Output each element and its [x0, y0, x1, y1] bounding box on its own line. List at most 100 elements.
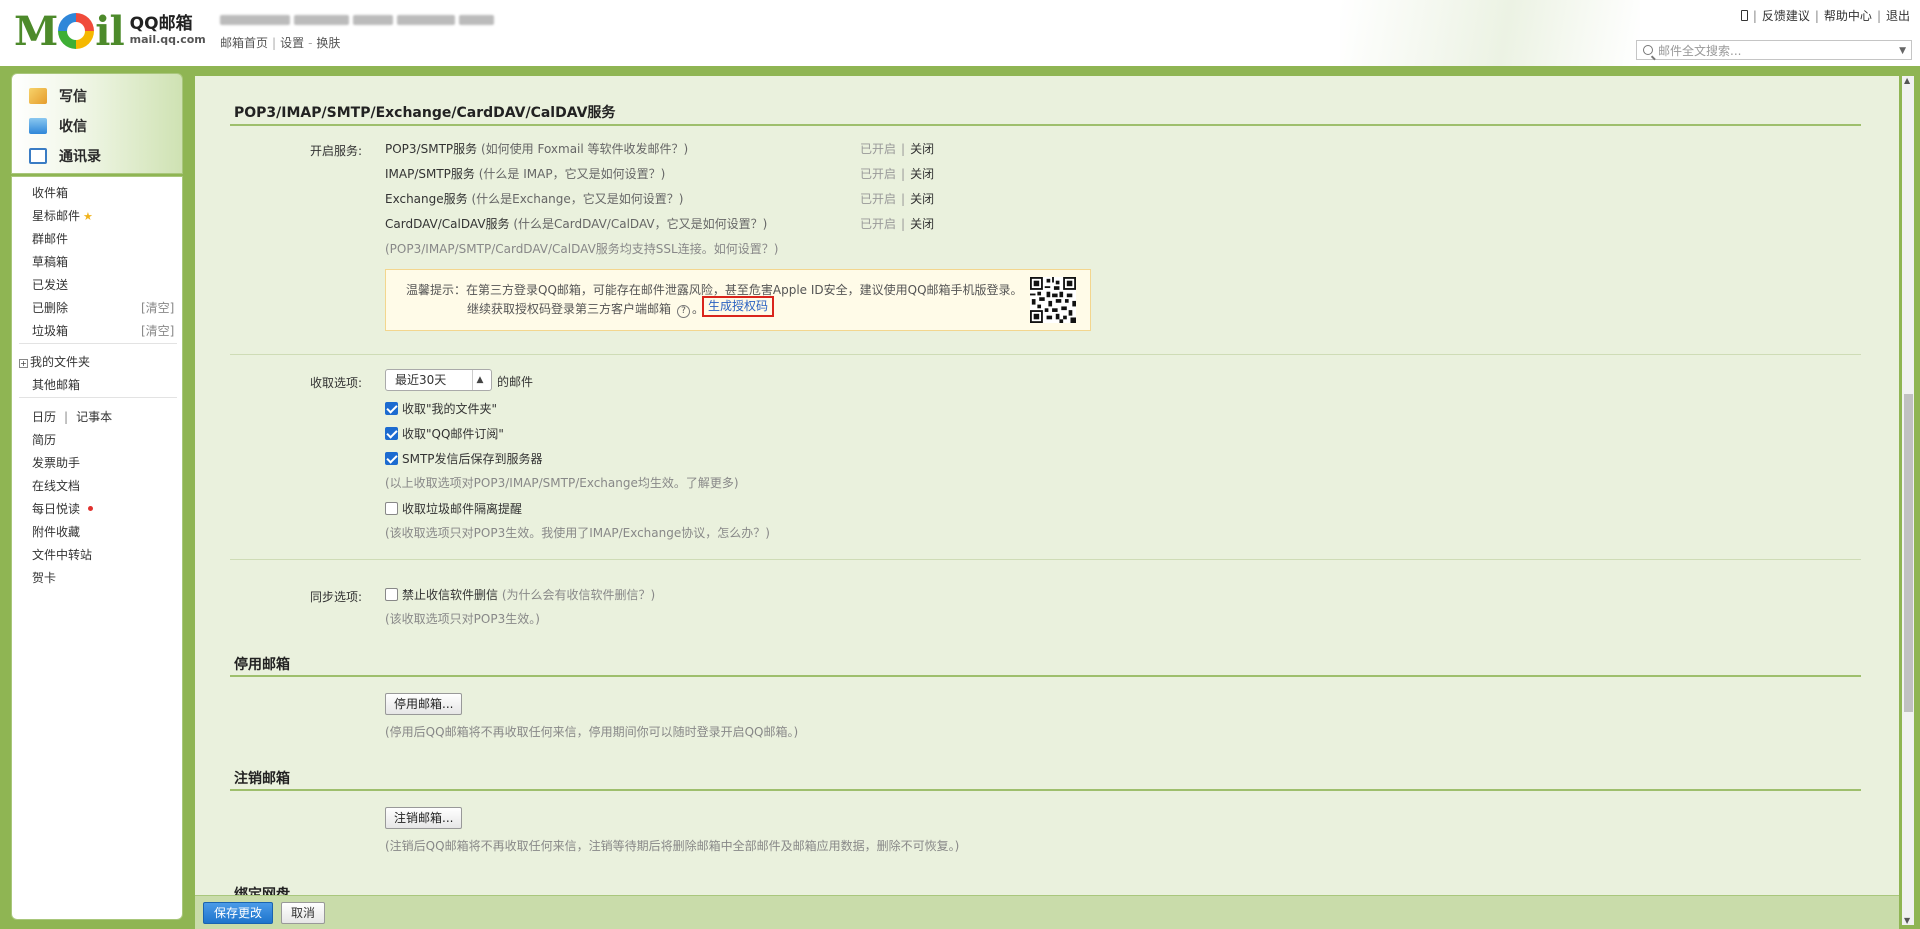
sidebar-folder-list: 收件箱 星标邮件 ★ 群邮件 草稿箱 已发送 已删除 [清空] 垃圾箱 [清空] + 我… [11, 176, 183, 920]
services-section-title: POP3/IMAP/SMTP/Exchange/CardDAV/CalDAV服务 [234, 105, 616, 121]
sidebar-item-daily-read[interactable]: 每日悦读 [32, 500, 94, 517]
spam-isolation-checkbox[interactable]: 收取垃圾邮件隔离提醒 [385, 500, 522, 517]
disable-note: (停用后QQ邮箱将不再收取任何来信，停用期间你可以随时登录开启QQ邮箱。) [385, 725, 799, 739]
contacts-icon [29, 148, 47, 164]
sidebar-item-drafts[interactable]: 草稿箱 [32, 253, 68, 270]
mail-search-input[interactable]: 邮件全文搜索... ▼ [1636, 40, 1912, 60]
chevron-down-icon[interactable]: ▼ [1899, 46, 1906, 56]
generate-auth-code-link[interactable]: 生成授权码 [702, 296, 775, 317]
mobile-icon[interactable] [1740, 10, 1748, 21]
main-frame: 写信 收信 通讯录 收件箱 星标邮件 ★ 群邮件 草稿箱 已发送 已删除 [清空] … [0, 66, 1920, 929]
expand-plus-icon[interactable]: + [19, 359, 28, 368]
header-bamboo-decoration [1340, 0, 1640, 66]
sidebar-item-calendar[interactable]: 日历 [32, 410, 56, 424]
sidebar-item-inbox[interactable]: 收件箱 [32, 184, 68, 201]
checkbox-unchecked[interactable] [385, 502, 398, 515]
skin-link[interactable]: 换肤 [316, 36, 340, 50]
service-exchange-close-link[interactable]: 关闭 [910, 192, 934, 206]
qr-code-icon [1030, 277, 1076, 323]
clear-deleted-link[interactable]: [清空] [141, 299, 174, 316]
disable-mailbox-button[interactable]: 停用邮箱... [385, 693, 463, 715]
service-imap-close-link[interactable]: 关闭 [910, 167, 934, 181]
receive-note-1: (以上收取选项对POP3/IMAP/SMTP/Exchange均生效。了解更多) [385, 476, 739, 490]
block-client-delete-checkbox[interactable]: 禁止收信软件删信 (为什么会有收信软件删信？) [385, 586, 655, 603]
settings-link[interactable]: 设置 [280, 36, 304, 50]
sidebar-item-attachments[interactable]: 附件收藏 [32, 523, 80, 540]
security-notice: 温馨提示：在第三方登录QQ邮箱，可能存在邮件泄露风险，甚至危害Apple ID安… [385, 269, 1091, 331]
receive-button[interactable]: 收信 [29, 116, 87, 136]
feedback-link[interactable]: 反馈建议 [1762, 7, 1810, 24]
service-imap-status: 已开启 | 关闭 [860, 167, 935, 181]
top-links: | 反馈建议 | 帮助中心 | 退出 [1740, 7, 1910, 24]
save-sent-to-server-checkbox[interactable]: SMTP发信后保存到服务器 [385, 450, 543, 467]
service-help-link[interactable]: (什么是 IMAP，它又是如何设置？) [479, 167, 666, 181]
sidebar-item-spam[interactable]: 垃圾箱 [清空] [32, 322, 174, 339]
netdisk-section-title: 绑定网盘 [234, 887, 290, 895]
sidebar-item-deleted[interactable]: 已删除 [清空] [32, 299, 174, 316]
scrollbar-thumb[interactable] [1904, 394, 1913, 712]
unread-dot [88, 506, 94, 511]
receive-range-select[interactable]: 最近30天 ▲ [385, 369, 492, 391]
sidebar-calendar-notes: 日历 | 记事本 [32, 410, 113, 424]
service-carddav-close-link[interactable]: 关闭 [910, 217, 934, 231]
clear-spam-link[interactable]: [清空] [141, 322, 174, 339]
sync-help-link[interactable]: (为什么会有收信软件删信？) [502, 586, 655, 603]
scroll-up-icon[interactable]: ▲ [1904, 76, 1910, 85]
service-pop3-status: 已开启 | 关闭 [860, 142, 935, 156]
mail-home-link[interactable]: 邮箱首页 [220, 36, 268, 50]
inbox-download-icon [29, 118, 47, 134]
save-changes-button[interactable]: 保存更改 [203, 902, 274, 924]
account-area: 邮箱首页 | 设置 - 换肤 [220, 13, 494, 51]
sidebar-item-group[interactable]: 群邮件 [32, 230, 68, 247]
star-icon: ★ [83, 210, 93, 223]
service-help-link[interactable]: (什么是CardDAV/CalDAV，它又是如何设置？) [513, 217, 767, 231]
contacts-button[interactable]: 通讯录 [29, 146, 101, 166]
services-label: 开启服务: [310, 144, 363, 158]
compose-icon [29, 88, 47, 104]
settings-content: POP3/IMAP/SMTP/Exchange/CardDAV/CalDAV服务… [195, 76, 1899, 895]
search-icon [1643, 45, 1653, 55]
cancel-button[interactable]: 取消 [281, 902, 326, 924]
sidebar-item-file-transfer[interactable]: 文件中转站 [32, 546, 92, 563]
sidebar-item-my-folders[interactable]: + 我的文件夹 [19, 353, 90, 370]
compose-button[interactable]: 写信 [29, 86, 87, 106]
brand-name: QQ邮箱 [129, 14, 193, 34]
sidebar-item-invoice[interactable]: 发票助手 [32, 454, 80, 471]
cancel-account-section-title: 注销邮箱 [234, 771, 290, 787]
question-icon[interactable]: ? [677, 305, 691, 318]
scroll-down-icon[interactable]: ▼ [1904, 916, 1910, 925]
sidebar-item-other-mail[interactable]: 其他邮箱 [32, 376, 80, 393]
receive-label: 收取选项: [310, 376, 363, 390]
qq-mail-logo[interactable]: Mil QQ邮箱 mail.qq.com [14, 12, 206, 52]
checkbox-checked[interactable] [385, 427, 398, 440]
service-pop3-smtp: POP3/SMTP服务 (如何使用 Foxmail 等软件收发邮件？) [385, 142, 689, 156]
sidebar-item-cards[interactable]: 贺卡 [32, 569, 56, 586]
cancel-account-button[interactable]: 注销邮箱... [385, 807, 463, 829]
service-help-link[interactable]: (如何使用 Foxmail 等软件收发邮件？) [481, 142, 688, 156]
service-exchange: Exchange服务 (什么是Exchange，它又是如何设置？) [385, 192, 684, 206]
checkbox-checked[interactable] [385, 402, 398, 415]
sidebar-item-docs[interactable]: 在线文档 [32, 477, 80, 494]
service-exchange-status: 已开启 | 关闭 [860, 192, 935, 206]
checkbox-unchecked[interactable] [385, 588, 398, 601]
receive-my-folders-checkbox[interactable]: 收取"我的文件夹" [385, 400, 497, 417]
service-pop3-close-link[interactable]: 关闭 [910, 142, 934, 156]
notice-line-2: 继续获取授权码登录第三方客户端邮箱?。 [467, 302, 705, 318]
sidebar-item-sent[interactable]: 已发送 [32, 276, 68, 293]
service-carddav-caldav: CardDAV/CalDAV服务 (什么是CardDAV/CalDAV，它又是如… [385, 217, 768, 231]
page-scrollbar[interactable]: ▲ ▼ [1902, 76, 1914, 925]
cancel-account-note: (注销后QQ邮箱将不再收取任何来信，注销等待期后将删除邮箱中全部邮件及邮箱应用数… [385, 839, 960, 853]
sidebar-item-starred[interactable]: 星标邮件 ★ [32, 207, 93, 224]
help-center-link[interactable]: 帮助中心 [1824, 7, 1872, 24]
receive-subscriptions-checkbox[interactable]: 收取"QQ邮件订阅" [385, 425, 504, 442]
sidebar-item-resume[interactable]: 简历 [32, 431, 56, 448]
sync-note: (该收取选项只对POP3生效。) [385, 612, 540, 626]
logout-link[interactable]: 退出 [1886, 7, 1910, 24]
service-help-link[interactable]: (什么是Exchange，它又是如何设置？) [471, 192, 683, 206]
service-carddav-status: 已开启 | 关闭 [860, 217, 935, 231]
header: Mil QQ邮箱 mail.qq.com 邮箱首页 | 设置 - 换肤 | 反馈建议 | … [0, 0, 1920, 66]
checkbox-checked[interactable] [385, 452, 398, 465]
receive-note-2: (该收取选项只对POP3生效。我使用了IMAP/Exchange协议，怎么办？) [385, 526, 770, 540]
sidebar-item-notes[interactable]: 记事本 [76, 410, 112, 424]
account-name-redacted [220, 13, 494, 27]
